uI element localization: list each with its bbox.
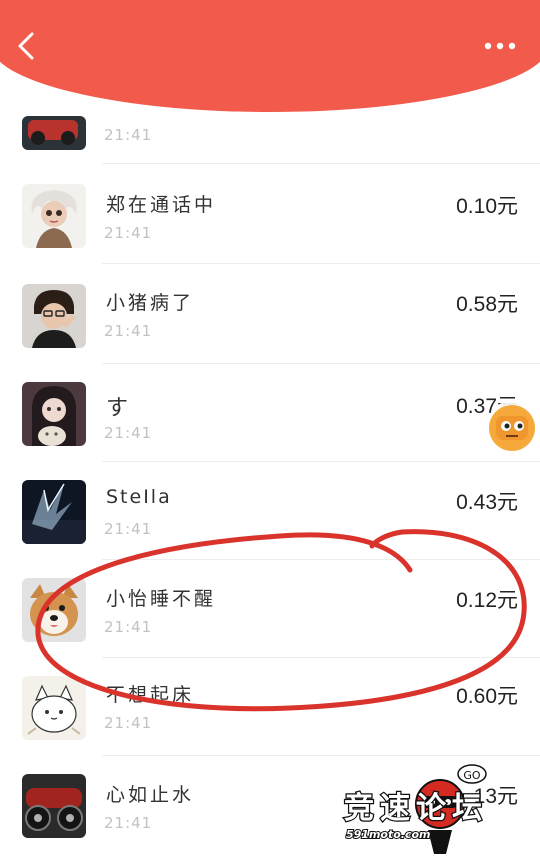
timestamp: 21:41 <box>104 618 153 636</box>
list-item[interactable]: 小猪病了 21:41 0.58元 <box>0 266 540 364</box>
sender-name: 心如止水 <box>106 784 195 806</box>
list-item[interactable]: 郑在通话中 21:41 0.10元 <box>0 166 540 264</box>
timestamp: 21:41 <box>104 224 153 242</box>
more-options-button[interactable] <box>480 34 520 58</box>
sender-name: 郑在通话中 <box>106 194 217 216</box>
amount: 0.12元 <box>456 589 518 612</box>
avatar <box>22 382 86 446</box>
sender-name: 不想起床 <box>106 684 195 706</box>
chevron-left-icon <box>18 32 34 60</box>
floating-cartoon-icon[interactable] <box>482 398 540 458</box>
watermark-title: 竞速论坛 <box>344 791 488 826</box>
avatar <box>22 774 86 838</box>
amount: 0.10元 <box>456 195 518 218</box>
avatar <box>22 480 86 544</box>
sender-name: 小怡睡不醒 <box>106 588 217 610</box>
sender-name: SteIla <box>106 486 172 508</box>
watermark-bubble: GO <box>463 769 481 782</box>
timestamp: 21:41 <box>104 322 153 340</box>
list-item[interactable]: 小怡睡不醒 21:41 0.12元 <box>0 560 540 658</box>
amount: 0.43元 <box>456 491 518 514</box>
timestamp: 21:41 <box>104 126 153 144</box>
divider <box>102 163 540 164</box>
back-button[interactable] <box>12 26 42 66</box>
amount: 0.60元 <box>456 685 518 708</box>
timestamp: 21:41 <box>104 424 153 442</box>
timestamp: 21:41 <box>104 520 153 538</box>
avatar <box>22 116 86 150</box>
list-item[interactable]: SteIla 21:41 0.43元 <box>0 462 540 560</box>
avatar <box>22 184 86 248</box>
watermark-site: 591moto.com <box>346 828 431 841</box>
red-packet-records-list: 21:41 郑在通话中 21:41 0.10元 小猪病了 21:41 0.58元… <box>0 0 540 858</box>
avatar <box>22 578 86 642</box>
avatar <box>22 284 86 348</box>
avatar <box>22 676 86 740</box>
list-item[interactable]: す 21:41 0.37元 <box>0 364 540 462</box>
sender-name: 小猪病了 <box>106 292 195 314</box>
list-item[interactable]: 不想起床 21:41 0.60元 <box>0 658 540 756</box>
more-dots-icon <box>484 42 516 50</box>
divider <box>102 263 540 264</box>
timestamp: 21:41 <box>104 714 153 732</box>
sender-name: す <box>106 396 132 421</box>
forum-watermark: GO 竞速论坛 591moto.com <box>336 758 540 858</box>
amount: 0.58元 <box>456 293 518 316</box>
timestamp: 21:41 <box>104 814 153 832</box>
